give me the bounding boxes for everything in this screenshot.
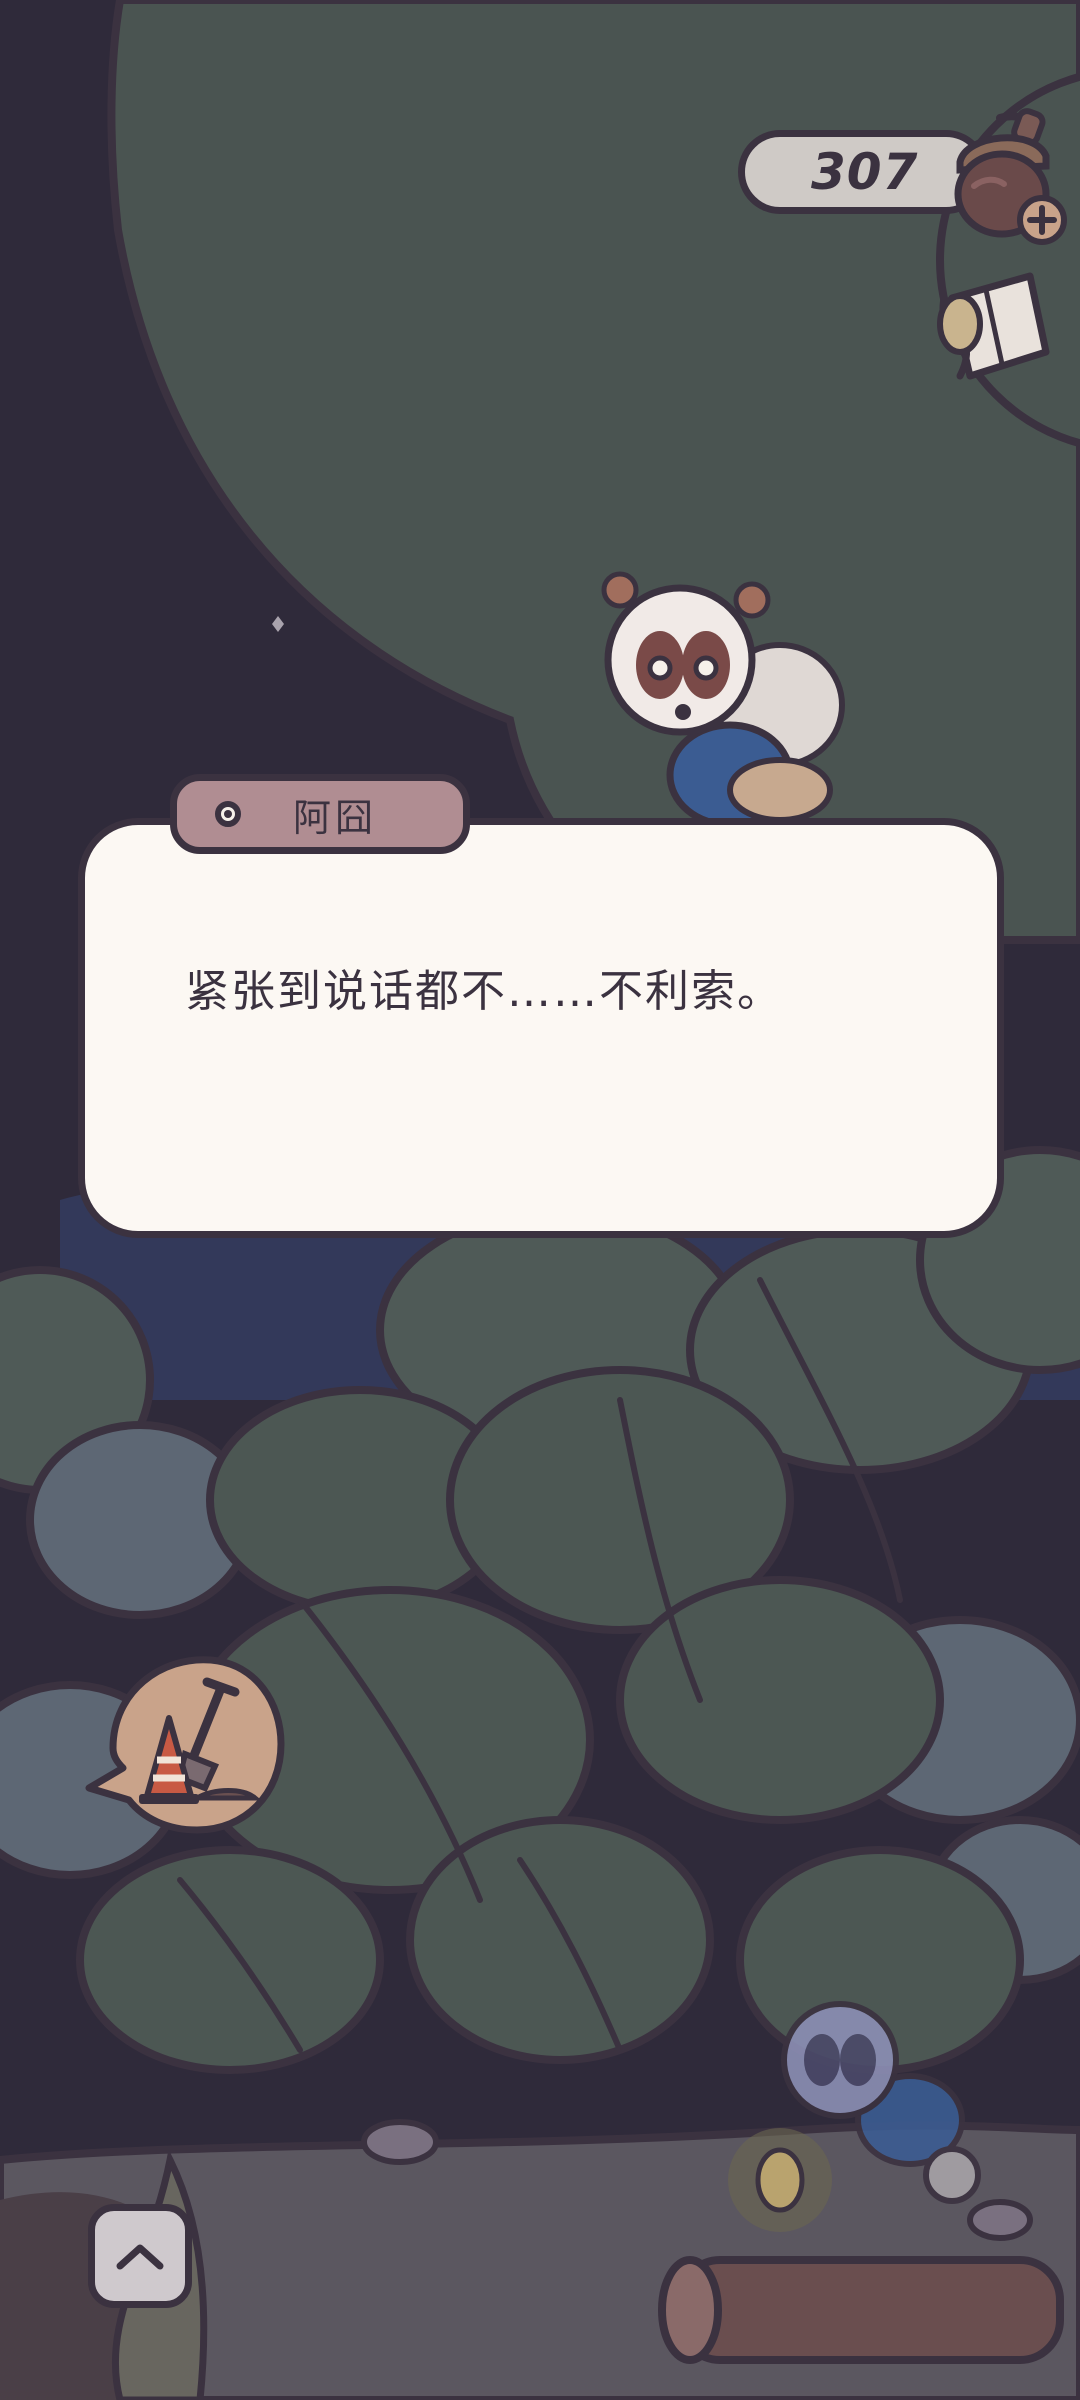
speaker-name: 阿囧	[293, 795, 378, 840]
log	[658, 2256, 1064, 2364]
dialog-text: 紧张到说话都不……不利索。	[185, 966, 783, 1017]
traffic-cone-shovel-icon[interactable]	[75, 1648, 290, 1838]
currency-count: 307	[811, 143, 919, 201]
speaker-dot-icon	[215, 801, 241, 827]
chevron-up-icon	[116, 2244, 164, 2270]
speaker-tab: 阿囧	[170, 774, 470, 854]
dialog-box[interactable]: 紧张到说话都不……不利索。	[78, 818, 1004, 1238]
map-icon[interactable]	[930, 268, 1056, 388]
game-scene: 307 紧张到说话都不……不利索。 阿囧	[0, 0, 1080, 2400]
acorn-icon[interactable]	[938, 108, 1068, 248]
expand-up-button[interactable]	[88, 2204, 192, 2308]
